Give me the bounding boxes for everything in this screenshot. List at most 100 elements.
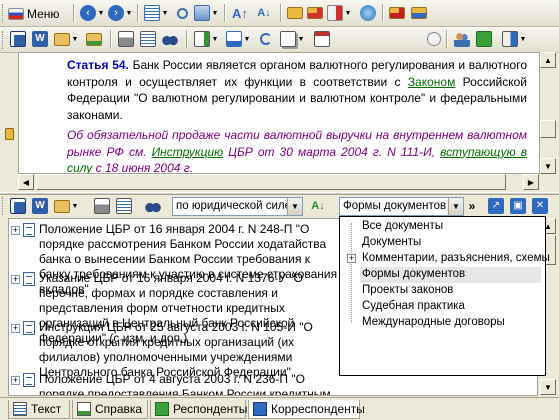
menu-button[interactable]: Меню: [8, 4, 59, 24]
exit-dropdown[interactable]: ▼: [518, 29, 528, 49]
print-button[interactable]: [116, 29, 136, 49]
instruction-link[interactable]: Инструкцию: [152, 145, 224, 159]
chevron-down-icon[interactable]: ▼: [287, 198, 302, 215]
refresh-button[interactable]: [256, 29, 276, 49]
list-folder-dropdown[interactable]: ▼: [70, 196, 80, 216]
exit-button[interactable]: [500, 29, 520, 49]
document-hscrollbar[interactable]: ◀ ▶: [18, 174, 540, 191]
filter-dropdown[interactable]: ▼: [210, 3, 220, 23]
find-button[interactable]: [160, 29, 180, 49]
font-increase-button[interactable]: A↑: [230, 3, 250, 23]
edition-dropdown[interactable]: ▼: [296, 29, 306, 49]
search-button[interactable]: [172, 3, 192, 23]
web-button[interactable]: [358, 3, 378, 23]
editions-icon: [280, 31, 296, 47]
font-decrease-button[interactable]: A↓: [254, 3, 274, 23]
document-view[interactable]: Статья 54. Банк России является органом …: [18, 52, 540, 174]
clock-button[interactable]: [424, 29, 444, 49]
bookmark-dropdown[interactable]: ▼: [343, 3, 353, 23]
open-folder-dropdown[interactable]: ▼: [70, 29, 80, 49]
scroll-thumb[interactable]: [540, 120, 556, 138]
scroll-up-button[interactable]: ▲: [540, 52, 556, 68]
article-text-1: Банк России является органом валютного р…: [67, 58, 528, 89]
list-preview-button[interactable]: [114, 196, 134, 216]
law-link[interactable]: Законом: [408, 75, 456, 89]
dropdown-option[interactable]: Судебная практика: [360, 299, 541, 315]
word-export-button[interactable]: W: [30, 29, 50, 49]
compare-button[interactable]: [224, 29, 244, 49]
forward-button[interactable]: ›: [106, 3, 126, 23]
folder-button[interactable]: [285, 3, 305, 23]
expand-icon[interactable]: +: [11, 324, 20, 333]
tab-text[interactable]: Текст: [8, 400, 70, 419]
list-item[interactable]: + Указание ЦБР от 16 января 2004 г. N 13…: [9, 271, 339, 345]
list-button[interactable]: [142, 3, 162, 23]
open-folder-button[interactable]: [52, 29, 72, 49]
dropdown-option[interactable]: Проекты законов: [360, 283, 541, 299]
compare-dropdown[interactable]: ▼: [242, 29, 252, 49]
expand-icon[interactable]: +: [347, 254, 356, 263]
lock-icon[interactable]: [5, 128, 14, 140]
list-folder-button[interactable]: [52, 196, 72, 216]
users-button[interactable]: [452, 29, 472, 49]
save-button[interactable]: [8, 29, 28, 49]
export-button[interactable]: [84, 29, 104, 49]
scroll-right-button[interactable]: ▶: [523, 174, 539, 190]
chevron-down-icon[interactable]: ▼: [448, 198, 463, 215]
more-button[interactable]: »: [466, 196, 478, 216]
dropdown-option-selected[interactable]: Формы документов: [360, 267, 541, 283]
send-dropdown[interactable]: ▼: [210, 29, 220, 49]
window-close-button[interactable]: ✕: [530, 196, 550, 216]
sort-az-button[interactable]: A↓: [308, 196, 328, 216]
folder-red-button[interactable]: [387, 3, 407, 23]
dropdown-option[interactable]: Международные договоры: [360, 315, 541, 331]
expand-icon[interactable]: +: [11, 226, 20, 235]
list-print-button[interactable]: [92, 196, 112, 216]
document-vscrollbar[interactable]: ▲ ▼: [540, 52, 557, 174]
dropdown-option[interactable]: Все документы: [360, 219, 541, 235]
toolbar-grip[interactable]: [2, 4, 5, 22]
doc-type-select[interactable]: Формы документов ▼: [339, 197, 464, 216]
dropdown-option[interactable]: Документы: [360, 235, 541, 251]
scroll-down-button[interactable]: ▼: [540, 158, 556, 174]
back-button[interactable]: ‹: [78, 3, 98, 23]
expand-icon[interactable]: +: [11, 275, 20, 284]
sort-select[interactable]: по юридической силе ▼: [172, 197, 303, 216]
toolbar-grip[interactable]: [2, 31, 5, 49]
list-item-text[interactable]: Инструкция ЦБР от 25 августа 2003 г. N 1…: [39, 320, 339, 380]
send-button[interactable]: [192, 29, 212, 49]
filter-button[interactable]: [192, 3, 212, 23]
bookmark-button[interactable]: [325, 3, 345, 23]
back-dropdown[interactable]: ▼: [96, 3, 106, 23]
preview-button[interactable]: [138, 29, 158, 49]
list-item[interactable]: + Положение ЦБР от 16 января 2004 г. N 2…: [9, 222, 339, 296]
folder-add-button[interactable]: [305, 3, 325, 23]
list-word-button[interactable]: W: [30, 196, 50, 216]
scroll-down-button[interactable]: ▼: [540, 379, 556, 395]
expand-icon[interactable]: +: [11, 376, 20, 385]
calendar-doc-icon: [314, 31, 330, 47]
tab-respondents[interactable]: Респонденты: [150, 400, 247, 419]
calendar-doc-button[interactable]: [312, 29, 332, 49]
history-icon: [411, 7, 427, 19]
hscroll-thumb[interactable]: [36, 174, 506, 190]
list-save-button[interactable]: [8, 196, 28, 216]
text-icon: [13, 402, 27, 416]
toolbar-grip[interactable]: [2, 197, 5, 215]
forward-dropdown[interactable]: ▼: [124, 3, 134, 23]
edition-button[interactable]: [278, 29, 298, 49]
list-item[interactable]: + Инструкция ЦБР от 25 августа 2003 г. N…: [9, 320, 339, 379]
doc-type-dropdown: Все документы Документы + Комментарии, р…: [339, 216, 550, 376]
scroll-left-button[interactable]: ◀: [18, 174, 34, 190]
window-restore-button[interactable]: ▣: [508, 196, 528, 216]
window-goto-button[interactable]: ↗: [486, 196, 506, 216]
list-find-button[interactable]: [143, 196, 163, 216]
list-item-text[interactable]: Положение ЦБР от 4 августа 2003 г. N 236…: [39, 372, 339, 395]
list-item[interactable]: + Положение ЦБР от 4 августа 2003 г. N 2…: [9, 372, 339, 395]
tab-correspondents[interactable]: Корреспонденты: [248, 400, 365, 419]
tab-reference[interactable]: Справка: [72, 400, 148, 419]
list-dropdown[interactable]: ▼: [160, 3, 170, 23]
green-doc-button[interactable]: [474, 29, 494, 49]
dropdown-option[interactable]: Комментарии, разъяснения, схемы: [360, 251, 550, 267]
history-button[interactable]: [409, 3, 429, 23]
